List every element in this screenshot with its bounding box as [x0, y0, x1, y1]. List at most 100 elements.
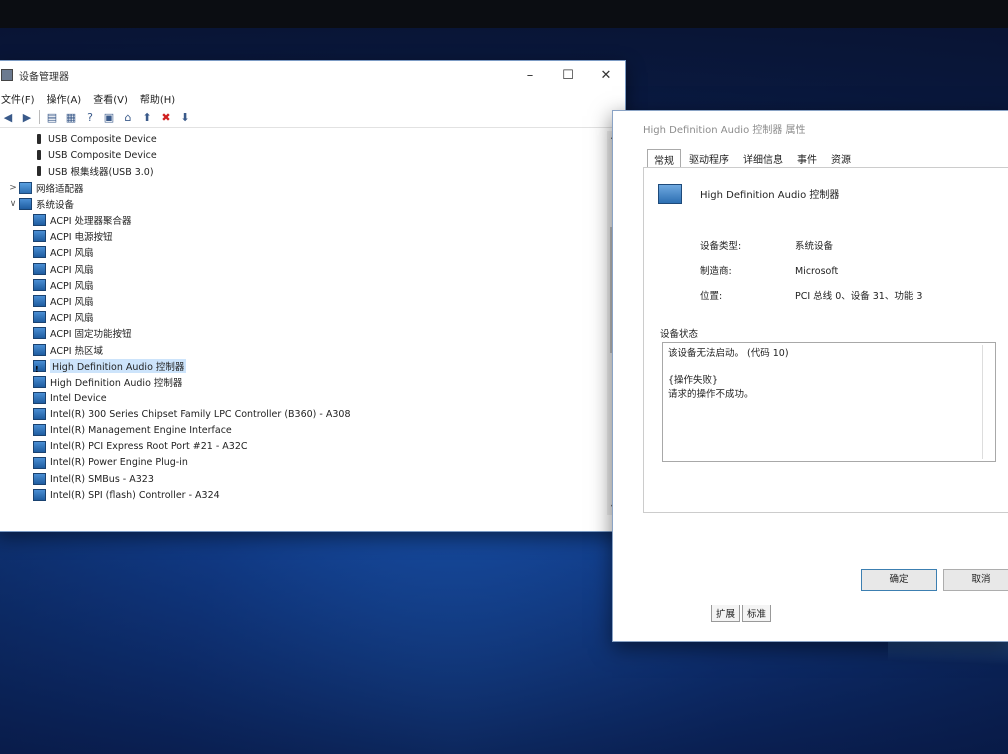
status-line: 请求的操作不成功。 [668, 388, 754, 400]
usb-device-icon [37, 150, 41, 161]
tree-item[interactable]: ACPI 热区域 [3, 341, 609, 357]
tab-standard[interactable]: 标准 [742, 605, 772, 622]
tree-item-label: High Definition Audio 控制器 [50, 358, 187, 373]
properties-view-icon[interactable]: ▤ [45, 111, 59, 124]
tree-item[interactable]: ACPI 风扇 [3, 277, 609, 293]
tree-item[interactable]: > 网络适配器 [3, 180, 609, 196]
device-status-textbox[interactable]: 该设备无法启动。 (代码 10) {操作失败} 请求的操作不成功。 [662, 342, 996, 462]
usb-device-icon [37, 134, 41, 145]
tree-item-label: 网络适配器 [36, 183, 84, 195]
scan-hardware-icon[interactable]: ⌂ [121, 111, 135, 124]
tab-strip: 常规 驱动程序 详细信息 事件 资源 [647, 149, 859, 169]
tree-item[interactable]: ACPI 风扇 [3, 244, 609, 260]
tree-item-label: ACPI 风扇 [50, 264, 94, 276]
general-panel: High Definition Audio 控制器 设备类型: 系统设备 制造商:… [643, 167, 1008, 513]
status-line: {操作失败} [668, 375, 719, 386]
tree-item[interactable]: Intel(R) Power Engine Plug-in [3, 455, 609, 471]
device-manager-window: 设备管理器 – ☐ ✕ 文件(F) 操作(A) 查看(V) 帮助(H) ◀ ▶ … [0, 60, 626, 532]
tree-item-label: 系统设备 [36, 199, 75, 211]
menu-bar: 文件(F) 操作(A) 查看(V) 帮助(H) [0, 89, 625, 107]
tree-item[interactable]: USB Composite Device [3, 131, 609, 147]
properties-dialog: High Definition Audio 控制器 属性 常规 驱动程序 详细信… [612, 110, 1008, 642]
tree-item[interactable]: Intel Device [3, 390, 609, 406]
back-icon[interactable]: ◀ [1, 111, 15, 124]
tree-item-label: Intel(R) 300 Series Chipset Family LPC C… [50, 408, 351, 420]
system-device-icon [33, 343, 46, 356]
tree-item-label: Intel(R) PCI Express Root Port #21 - A32… [50, 441, 248, 453]
device-list-icon[interactable]: ▦ [64, 111, 78, 124]
status-line [668, 361, 990, 375]
tree-item[interactable]: ∨ 系统设备 [3, 196, 609, 212]
menu-action[interactable]: 操作(A) [47, 91, 82, 106]
tree-item[interactable]: ACPI 风扇 [3, 309, 609, 325]
disable-device-icon[interactable]: ⬇ [178, 111, 192, 124]
title-bar: 设备管理器 – ☐ ✕ [0, 61, 625, 89]
system-device-icon [33, 278, 46, 291]
close-button[interactable]: ✕ [587, 68, 625, 83]
tab-details[interactable]: 详细信息 [737, 149, 789, 169]
tree-item-label: USB Composite Device [48, 149, 157, 161]
forward-icon[interactable]: ▶ [20, 111, 34, 124]
minimize-button[interactable]: – [511, 68, 549, 83]
tree-item-label: ACPI 风扇 [50, 296, 94, 308]
network-adapter-icon [19, 181, 32, 194]
tree-item[interactable]: ACPI 处理器聚合器 [3, 212, 609, 228]
tree-item[interactable]: ACPI 风扇 [3, 261, 609, 277]
location-value: PCI 总线 0、设备 31、功能 3 [795, 291, 923, 302]
usb-device-icon [37, 166, 41, 177]
tab-driver[interactable]: 驱动程序 [683, 149, 735, 169]
tree-item[interactable]: Intel(R) SMBus - A323 [3, 471, 609, 487]
menu-view[interactable]: 查看(V) [93, 91, 128, 106]
tab-extended[interactable]: 扩展 [711, 605, 741, 622]
tree-item[interactable]: Intel(R) 300 Series Chipset Family LPC C… [3, 406, 609, 422]
manufacturer-value: Microsoft [795, 266, 839, 277]
tree-item[interactable]: USB Composite Device [3, 147, 609, 163]
manufacturer-label: 制造商: [700, 266, 732, 277]
tree-item-label: Intel(R) Power Engine Plug-in [50, 457, 188, 469]
device-status-label: 设备状态 [660, 329, 699, 340]
system-device-icon [33, 230, 46, 243]
tree-item[interactable]: Intel(R) Management Engine Interface [3, 422, 609, 438]
tree-item[interactable]: ACPI 风扇 [3, 293, 609, 309]
system-device-icon [33, 424, 46, 437]
tree-item[interactable]: Intel(R) SPI (flash) Controller - A324 [3, 487, 609, 503]
audio-device-icon [658, 184, 682, 204]
tab-resources[interactable]: 资源 [825, 149, 857, 169]
system-device-icon [33, 327, 46, 340]
tab-general[interactable]: 常规 [647, 149, 681, 169]
tree-item[interactable]: ACPI 电源按钮 [3, 228, 609, 244]
tree-item-label: ACPI 风扇 [50, 313, 94, 325]
system-device-icon [33, 408, 46, 421]
tree-item-label: Intel(R) SMBus - A323 [50, 473, 154, 485]
tree-item-label: USB 根集线器(USB 3.0) [48, 167, 154, 179]
expand-chevron-icon[interactable]: > [7, 183, 19, 193]
system-device-icon [33, 392, 46, 405]
help-icon[interactable]: ? [83, 111, 97, 124]
update-driver-icon[interactable]: ⬆ [140, 111, 154, 124]
system-device-icon [33, 294, 46, 307]
tree-item[interactable]: High Definition Audio 控制器 [3, 374, 609, 390]
menu-file[interactable]: 文件(F) [1, 91, 35, 106]
tree-item[interactable]: High Definition Audio 控制器 [3, 358, 609, 374]
tree-item-label: ACPI 处理器聚合器 [50, 216, 132, 228]
tree-item[interactable]: ACPI 固定功能按钮 [3, 325, 609, 341]
tree-item[interactable]: USB 根集线器(USB 3.0) [3, 163, 609, 179]
system-device-icon [33, 456, 46, 469]
uninstall-device-icon[interactable]: ✖ [159, 111, 173, 124]
collapse-chevron-icon[interactable]: ∨ [7, 199, 19, 209]
tree-item-label: ACPI 电源按钮 [50, 232, 113, 244]
menu-help[interactable]: 帮助(H) [140, 91, 175, 106]
status-scrollbar[interactable] [982, 345, 993, 459]
window-title: 设备管理器 [19, 71, 69, 83]
cancel-button[interactable]: 取消 [943, 569, 1008, 591]
details-icon[interactable]: ▣ [102, 111, 116, 124]
system-device-icon [33, 489, 46, 502]
tree-item-label: High Definition Audio 控制器 [50, 377, 183, 389]
manufacturer-row: 制造商: Microsoft [700, 263, 838, 277]
dialog-title: High Definition Audio 控制器 属性 [643, 125, 806, 136]
ok-button[interactable]: 确定 [861, 569, 937, 591]
tab-events[interactable]: 事件 [791, 149, 823, 169]
maximize-button[interactable]: ☐ [549, 68, 587, 83]
tree-item[interactable]: Intel(R) PCI Express Root Port #21 - A32… [3, 439, 609, 455]
location-label: 位置: [700, 291, 723, 302]
